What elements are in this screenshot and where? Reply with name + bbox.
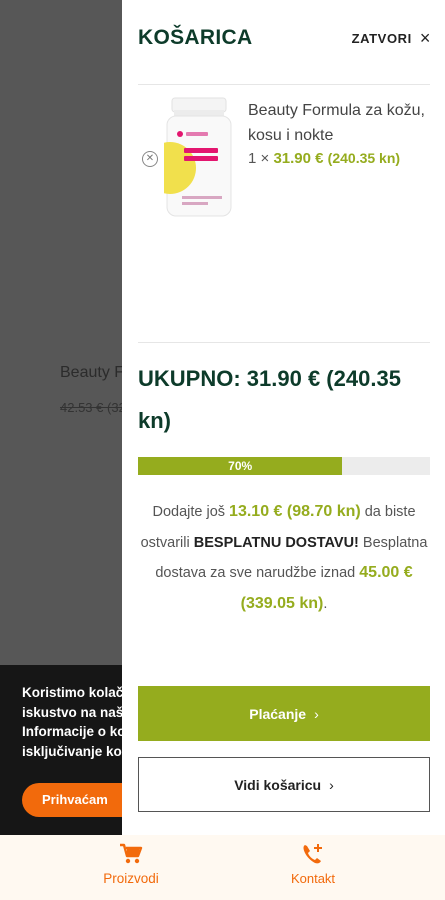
nav-contact-label: Kontakt bbox=[290, 871, 336, 886]
checkout-button[interactable]: Plaćanje › bbox=[138, 686, 430, 741]
nav-contact[interactable]: Kontakt bbox=[253, 843, 373, 886]
bottom-navigation: Proizvodi Kontakt bbox=[0, 835, 445, 900]
checkout-label: Plaćanje bbox=[249, 705, 307, 722]
shipping-free-text: BESPLATNU DOSTAVU! bbox=[193, 534, 359, 551]
cart-title: KOŠARICA bbox=[138, 26, 253, 49]
shipping-suffix: . bbox=[323, 595, 328, 612]
nav-products[interactable]: Proizvodi bbox=[71, 843, 191, 886]
close-label: ZATVORI bbox=[351, 31, 412, 46]
cookie-line: iskustvo na našoj web stranici. bbox=[22, 704, 132, 720]
cookie-line: isključivanje kolačića bbox=[22, 743, 132, 759]
chevron-right-icon: › bbox=[329, 776, 334, 793]
header-divider bbox=[138, 84, 430, 85]
item-name-link[interactable]: Beauty Formula za kožu, kosu i nokte bbox=[248, 98, 428, 148]
item-price: 31.90 € bbox=[273, 150, 324, 167]
product-image[interactable] bbox=[164, 96, 234, 220]
nav-products-label: Proizvodi bbox=[103, 871, 159, 886]
progress-label: 70% bbox=[228, 459, 253, 473]
shipping-prefix: Dodajte još bbox=[152, 504, 226, 520]
cookie-info-link[interactable]: Informacije o kolačićima i bbox=[22, 722, 132, 742]
item-quantity-price: 1 × 31.90 € (240.35 kn) bbox=[248, 150, 400, 167]
cookie-text: Koristimo kolačiće kako bismo Vam pružil… bbox=[22, 683, 132, 761]
total-label: UKUPNO: bbox=[138, 366, 241, 391]
cart-total: UKUPNO: 31.90 € (240.35 kn) bbox=[138, 358, 433, 442]
shipping-progress-bar: 70% bbox=[138, 457, 430, 475]
shipping-remaining-amount: 13.10 € (98.70 kn) bbox=[229, 503, 361, 520]
items-divider bbox=[138, 342, 430, 343]
cart-header: KOŠARICA ZATVORI × bbox=[122, 0, 445, 84]
remove-item-icon[interactable]: ✕ bbox=[142, 151, 158, 167]
item-quantity: 1 × bbox=[248, 150, 270, 167]
chevron-right-icon: › bbox=[314, 705, 319, 722]
cart-drawer: KOŠARICA ZATVORI × ✕ Beauty Formula za k… bbox=[122, 0, 445, 900]
view-cart-button[interactable]: Vidi košaricu › bbox=[138, 757, 430, 812]
view-cart-label: Vidi košaricu bbox=[234, 776, 322, 793]
cookie-line: Koristimo kolačiće kako bismo Vam pružil… bbox=[22, 685, 132, 700]
free-shipping-message: Dodajte još 13.10 € (98.70 kn) da biste … bbox=[134, 497, 434, 619]
phone-add-icon bbox=[303, 844, 322, 864]
item-price-kn: (240.35 kn) bbox=[327, 150, 401, 166]
close-cart-button[interactable]: ZATVORI × bbox=[351, 28, 431, 48]
shopping-cart-icon bbox=[120, 843, 143, 864]
close-icon: × bbox=[419, 28, 431, 48]
